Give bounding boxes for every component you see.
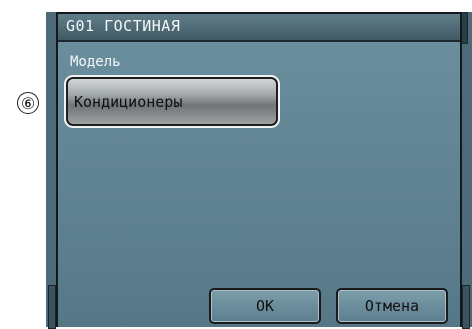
ok-button[interactable]: OK [209,288,321,324]
step-callout-number: ⑥ [17,92,39,114]
background-edge [462,285,470,329]
model-select-button[interactable]: Кондиционеры [64,75,280,128]
background-edge [48,285,56,329]
dialog-title: G01 ГОСТИНАЯ [66,17,181,35]
dialog-titlebar: G01 ГОСТИНАЯ [58,14,460,42]
cancel-button[interactable]: Отмена [336,288,448,324]
model-select-value: Кондиционеры [74,93,183,111]
model-label: Модель [70,54,121,70]
model-dialog: G01 ГОСТИНАЯ Модель Кондиционеры OK Отме… [56,12,462,327]
